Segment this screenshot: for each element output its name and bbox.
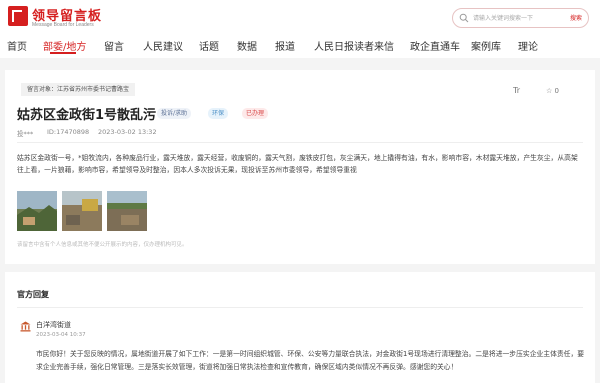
reply-date: 2023-03-04 10:37 xyxy=(36,332,86,338)
message-content: 姑苏区金政街一号，*姐牧流内，各种废品行业，露天堆放，露天经营，收废铜的，露天气… xyxy=(17,154,578,174)
nav-item-data[interactable]: 数据 xyxy=(237,38,257,53)
message-card: 留言对象：江苏省苏州市委书记曹路宝 Tr ☆ 0 姑苏区金政街1号散乱污 投诉/… xyxy=(5,70,595,264)
nav-item-reports[interactable]: 报道 xyxy=(275,38,295,53)
nav-item-topics[interactable]: 话题 xyxy=(199,38,219,53)
divider xyxy=(17,142,583,143)
nav-item-home[interactable]: 首页 xyxy=(7,38,27,53)
search-icon xyxy=(459,13,469,23)
message-id: ID:17470898 xyxy=(47,128,90,136)
message-target: 留言对象：江苏省苏州市委书记曹路宝 xyxy=(21,83,136,96)
nav-item-ministries-local[interactable]: 部委/地方 xyxy=(43,38,86,53)
reply-org-name: 白洋湾街道 xyxy=(36,321,71,329)
site-header: 领导留言板 Message Board for Leaders 搜索 首页 部委… xyxy=(0,0,600,58)
active-nav-indicator xyxy=(50,52,76,54)
photo-thumbnail[interactable] xyxy=(62,191,102,231)
logo-tagline: Message Board for Leaders xyxy=(32,22,94,28)
tag-complaint: 投诉/求助 xyxy=(157,108,192,119)
message-date: 2023-03-02 13:32 xyxy=(98,128,157,136)
reply-text: 市民你好！关于您反映的情况，属地街道开展了如下工作：一是第一时间组织城管、环保、… xyxy=(36,350,585,371)
status-badge: 已办理 xyxy=(242,108,269,119)
search-button[interactable]: 搜索 xyxy=(570,13,582,22)
nav-item-messages[interactable]: 留言 xyxy=(104,38,124,53)
search-input[interactable] xyxy=(473,11,559,25)
like-button[interactable]: ☆ 0 xyxy=(546,87,559,95)
reply-heading: 官方回复 xyxy=(17,290,49,299)
logo-mark-icon xyxy=(8,6,28,26)
site-logo[interactable]: 领导留言板 Message Board for Leaders xyxy=(8,6,103,31)
government-building-icon xyxy=(20,321,31,332)
official-reply-card: 官方回复 白洋湾街道 2023-03-04 10:37 市民你好！关于您反映的情… xyxy=(5,272,595,383)
photo-thumbnail[interactable] xyxy=(17,191,57,231)
photo-thumbnail[interactable] xyxy=(107,191,147,231)
search-box: 搜索 xyxy=(452,8,589,28)
main-nav: 首页 部委/地方 留言 人民建议 话题 数据 报道 人民日报读者来信 政企直通车… xyxy=(0,34,600,58)
message-title: 姑苏区金政街1号散乱污 xyxy=(17,108,157,123)
divider xyxy=(17,307,583,308)
nav-item-case-library[interactable]: 案例库 xyxy=(471,38,501,53)
privacy-notice: 该留言中含有个人信息或其他不便公开展示的内容，仅办理机构可见。 xyxy=(17,242,188,248)
nav-item-gov-enterprise[interactable]: 政企直通车 xyxy=(410,38,460,53)
translate-button[interactable]: Tr xyxy=(513,86,520,95)
nav-item-people-suggestions[interactable]: 人民建议 xyxy=(143,38,183,53)
nav-item-readers-letters[interactable]: 人民日报读者来信 xyxy=(314,38,394,53)
nav-item-theory[interactable]: 理论 xyxy=(518,38,538,53)
message-author: 投*** xyxy=(17,130,34,138)
tag-environment: 环保 xyxy=(208,108,229,119)
